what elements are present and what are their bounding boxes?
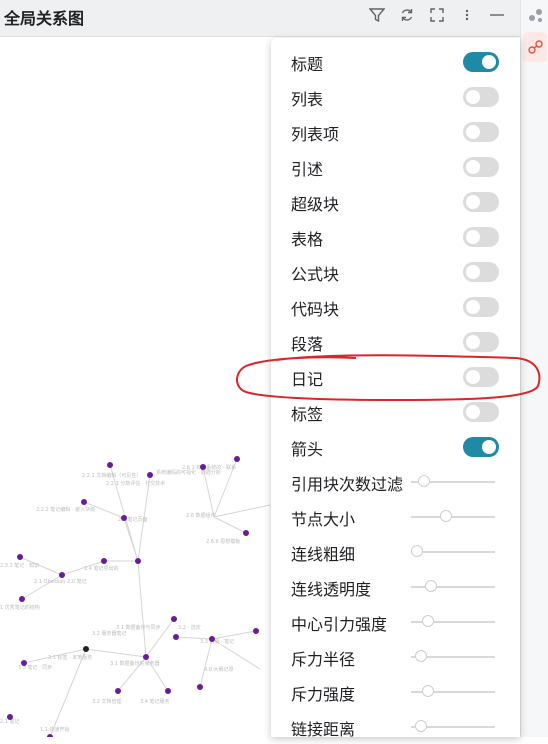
slider-thumb[interactable] xyxy=(421,685,434,697)
filter-row-arrow: 箭头 xyxy=(271,430,520,464)
svg-text:1.1 快速开始: 1.1 快速开始 xyxy=(40,726,70,733)
refresh-icon[interactable] xyxy=(396,4,418,26)
graph-icon[interactable] xyxy=(527,6,545,24)
svg-text:4.0 大纲记录: 4.0 大纲记录 xyxy=(204,666,234,673)
superblock-toggle[interactable] xyxy=(463,192,499,212)
slider-row-center-force: 中心引力强度 xyxy=(271,605,520,639)
filter-label: 表格 xyxy=(291,230,324,249)
slider-row-link-distance: 链接距离 xyxy=(271,710,520,744)
tag-toggle[interactable] xyxy=(463,402,499,422)
svg-text:2.3.1 笔记 · 知识: 2.3.1 笔记 · 知识 xyxy=(0,562,39,569)
slider-thumb[interactable] xyxy=(421,615,434,627)
svg-text:2.2.1 文档编辑（可见性）: 2.2.1 文档编辑（可见性） xyxy=(82,472,141,479)
heading-toggle[interactable] xyxy=(463,52,499,72)
more-icon[interactable] xyxy=(456,4,478,26)
slider-label: 链接距离 xyxy=(291,720,356,739)
filter-row-list: 列表 xyxy=(271,80,520,114)
svg-text:1 优秀笔记的结构: 1 优秀笔记的结构 xyxy=(0,604,40,611)
filter-label: 超级块 xyxy=(291,195,340,214)
slider-thumb[interactable] xyxy=(411,545,423,557)
slider-thumb[interactable] xyxy=(425,580,438,592)
annotation-circle xyxy=(236,354,541,402)
svg-text:2.4 笔记导出的: 2.4 笔记导出的 xyxy=(84,565,119,572)
slider-row-node-size: 节点大小 xyxy=(271,500,520,534)
filter-label: 代码块 xyxy=(291,300,340,319)
filter-row-table: 表格 xyxy=(271,220,520,254)
filter-label: 公式块 xyxy=(291,265,340,284)
svg-text:2.2.3 分数评估 · 社交技术: 2.2.3 分数评估 · 社交技术 xyxy=(106,480,165,487)
slider-thumb[interactable] xyxy=(418,475,431,487)
page-title: 全局关系图 xyxy=(4,9,85,28)
filter-row-blockquote: 引述 xyxy=(271,150,520,184)
link-distance-slider[interactable] xyxy=(411,720,495,732)
slider-thumb[interactable] xyxy=(439,510,452,522)
svg-text:3.4 笔记服务: 3.4 笔记服务 xyxy=(140,698,170,705)
svg-text:3.1 数据备份与同步: 3.1 数据备份与同步 xyxy=(116,624,161,631)
slider-label: 斥力强度 xyxy=(291,685,356,704)
graph-edges xyxy=(19,458,271,738)
svg-text:3.2 服务器笔记: 3.2 服务器笔记 xyxy=(92,630,127,637)
math-block-toggle[interactable] xyxy=(463,262,499,282)
list-item-toggle[interactable] xyxy=(463,122,499,142)
repel-radius-slider[interactable] xyxy=(411,650,495,662)
svg-text:2.2.2 笔记编辑 · 嵌入块级: 2.2.2 笔记编辑 · 嵌入块级 xyxy=(36,506,95,513)
slider-row-repel-radius: 斥力半径 xyxy=(271,640,520,674)
ref-count-slider[interactable] xyxy=(411,475,495,487)
svg-text:3.1 标签 · 本地服务: 3.1 标签 · 本地服务 xyxy=(48,654,92,661)
slider-row-ref-count: 引用块次数过滤 xyxy=(271,465,520,499)
arrow-toggle[interactable] xyxy=(463,437,499,457)
slider-thumb[interactable] xyxy=(414,720,427,732)
code-block-toggle[interactable] xyxy=(463,297,499,317)
svg-text:2.6.6 思想模板: 2.6.6 思想模板 xyxy=(206,538,240,545)
filter-row-superblock: 超级块 xyxy=(271,185,520,219)
svg-text:2.6.1 标题系统的 · 联系: 2.6.1 标题系统的 · 联系 xyxy=(182,464,236,471)
slider-label: 连线粗细 xyxy=(291,545,356,564)
minimize-icon[interactable] xyxy=(486,4,508,26)
line-opacity-slider[interactable] xyxy=(411,580,495,592)
table-toggle[interactable] xyxy=(463,227,499,247)
filter-row-list-item: 列表项 xyxy=(271,115,520,149)
slider-row-repel-strength: 斥力强度 xyxy=(271,675,520,709)
fullscreen-icon[interactable] xyxy=(426,4,448,26)
slider-label: 引用块次数过滤 xyxy=(291,475,404,494)
line-width-slider[interactable] xyxy=(411,545,495,557)
filter-icon[interactable] xyxy=(366,4,388,26)
slider-label: 连线透明度 xyxy=(291,580,372,599)
slider-label: 节点大小 xyxy=(291,510,356,529)
filter-label: 标题 xyxy=(291,55,324,74)
global-graph-icon[interactable] xyxy=(527,38,545,56)
svg-text:2.8 数据组件: 2.8 数据组件 xyxy=(186,512,216,519)
paragraph-toggle[interactable] xyxy=(463,332,499,352)
slider-row-line-opacity: 连线透明度 xyxy=(271,570,520,604)
filter-row-math-block: 公式块 xyxy=(271,255,520,289)
svg-text:3.2 · 选定: 3.2 · 选定 xyxy=(178,624,201,631)
filter-label: 列表项 xyxy=(291,125,340,144)
filter-row-heading: 标题 xyxy=(271,45,520,79)
filter-label: 标签 xyxy=(291,405,324,424)
blockquote-toggle[interactable] xyxy=(463,157,499,177)
graph-header: 全局关系图 xyxy=(0,0,520,37)
filter-label: 引述 xyxy=(291,160,324,179)
svg-text:3.3 大纲 · 笔记: 3.3 大纲 · 笔记 xyxy=(200,638,234,645)
slider-label: 中心引力强度 xyxy=(291,615,388,634)
repel-strength-slider[interactable] xyxy=(411,685,495,697)
filter-label: 段落 xyxy=(291,335,324,354)
svg-text:3.2 文档管理: 3.2 文档管理 xyxy=(92,698,122,705)
filter-label: 箭头 xyxy=(291,440,324,459)
node-size-slider[interactable] xyxy=(411,510,495,522)
svg-text:3.1 数据备份的服务器: 3.1 数据备份的服务器 xyxy=(110,660,160,667)
slider-thumb[interactable] xyxy=(414,650,427,662)
list-toggle[interactable] xyxy=(463,87,499,107)
svg-text:2.1 Obsidian 2.0 笔记: 2.1 Obsidian 2.0 笔记 xyxy=(34,578,87,585)
filter-label: 列表 xyxy=(291,90,324,109)
center-force-slider[interactable] xyxy=(411,615,495,627)
filter-row-code-block: 代码块 xyxy=(271,290,520,324)
slider-label: 斥力半径 xyxy=(291,650,356,669)
slider-row-line-width: 连线粗细 xyxy=(271,535,520,569)
